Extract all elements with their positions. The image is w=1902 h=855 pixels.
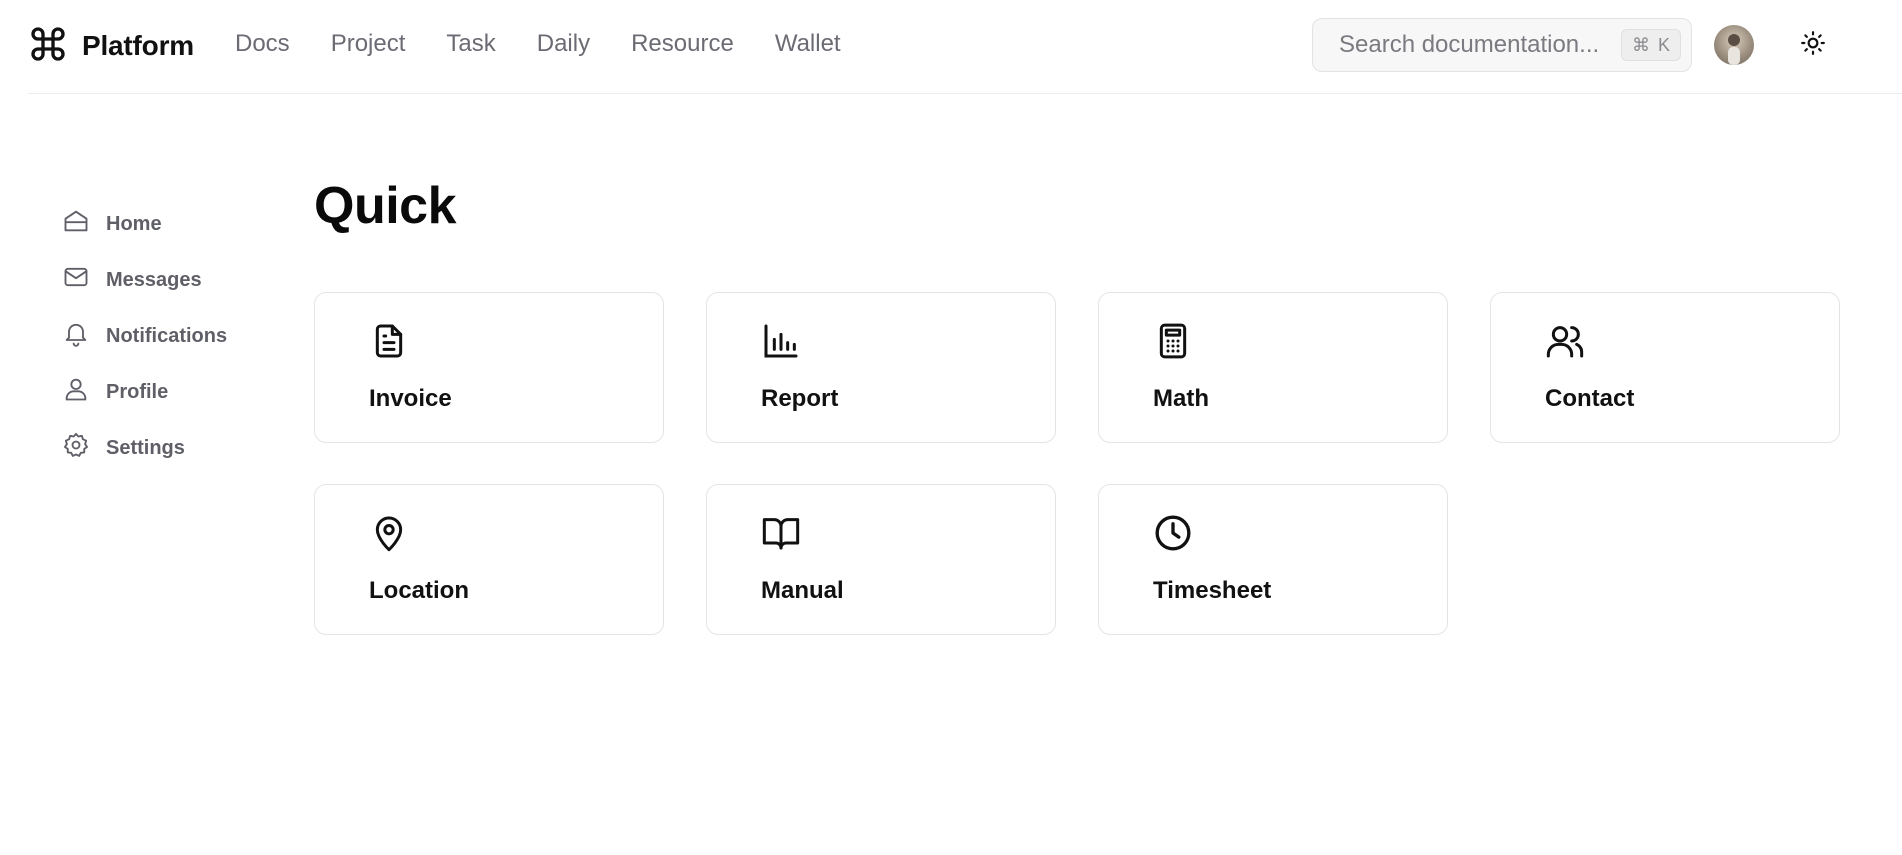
- nav-task[interactable]: Task: [446, 30, 495, 58]
- card-label: Report: [761, 385, 839, 412]
- card-math[interactable]: Math: [1098, 292, 1448, 443]
- calculator-icon: [1153, 321, 1193, 361]
- command-icon: [28, 24, 68, 69]
- search-input[interactable]: Search documentation... ⌘ K: [1312, 18, 1692, 72]
- avatar[interactable]: [1714, 25, 1754, 65]
- brand[interactable]: Platform: [28, 26, 194, 66]
- map-pin-icon: [369, 513, 409, 553]
- bar-chart-icon: [761, 321, 801, 361]
- book-open-icon: [761, 513, 801, 553]
- sidebar-item-notifications[interactable]: Notifications: [62, 308, 282, 364]
- brand-name: Platform: [82, 30, 194, 61]
- card-manual[interactable]: Manual: [706, 484, 1056, 635]
- card-contact[interactable]: Contact: [1490, 292, 1840, 443]
- card-label: Timesheet: [1153, 577, 1272, 604]
- sidebar-item-label: Profile: [106, 380, 169, 403]
- theme-toggle-button[interactable]: [1798, 30, 1828, 60]
- sidebar-item-profile[interactable]: Profile: [62, 364, 282, 420]
- sidebar-item-messages[interactable]: Messages: [62, 252, 282, 308]
- sidebar: Home Messages Notifications Profile Sett…: [62, 196, 282, 476]
- card-label: Math: [1153, 385, 1209, 412]
- shortcut-key: K: [1657, 34, 1670, 55]
- sidebar-item-label: Messages: [106, 268, 202, 291]
- sidebar-item-label: Notifications: [106, 324, 228, 347]
- search-placeholder: Search documentation...: [1339, 31, 1600, 58]
- card-timesheet[interactable]: Timesheet: [1098, 484, 1448, 635]
- mail-icon: [62, 263, 90, 297]
- sun-icon: [1800, 30, 1826, 61]
- card-invoice[interactable]: Invoice: [314, 292, 664, 443]
- card-report[interactable]: Report: [706, 292, 1056, 443]
- user-icon: [62, 375, 90, 409]
- card-label: Invoice: [369, 385, 452, 412]
- clock-icon: [1153, 513, 1193, 553]
- users-icon: [1545, 321, 1585, 361]
- home-icon: [62, 207, 90, 241]
- nav-daily[interactable]: Daily: [537, 30, 590, 58]
- main-content: Quick: [314, 176, 457, 236]
- nav-resource[interactable]: Resource: [631, 30, 734, 58]
- file-text-icon: [369, 321, 409, 361]
- card-label: Contact: [1545, 385, 1635, 412]
- sidebar-item-label: Settings: [106, 436, 185, 459]
- sidebar-item-settings[interactable]: Settings: [62, 420, 282, 476]
- nav-docs[interactable]: Docs: [235, 30, 290, 58]
- nav-wallet[interactable]: Wallet: [775, 30, 841, 58]
- card-location[interactable]: Location: [314, 484, 664, 635]
- page-title: Quick: [314, 177, 457, 235]
- sidebar-item-home[interactable]: Home: [62, 196, 282, 252]
- gear-icon: [62, 431, 90, 465]
- search-shortcut: ⌘ K: [1620, 29, 1681, 61]
- command-key-icon: ⌘: [1631, 34, 1650, 55]
- sidebar-item-label: Home: [106, 212, 162, 235]
- bell-icon: [62, 319, 90, 353]
- card-label: Location: [369, 577, 469, 604]
- nav-project[interactable]: Project: [331, 30, 406, 58]
- quick-cards-grid: Invoice Report Math Contact Location Man…: [314, 292, 1840, 635]
- main-nav: Docs Project Task Daily Resource Wallet: [235, 30, 841, 58]
- card-label: Manual: [761, 577, 844, 604]
